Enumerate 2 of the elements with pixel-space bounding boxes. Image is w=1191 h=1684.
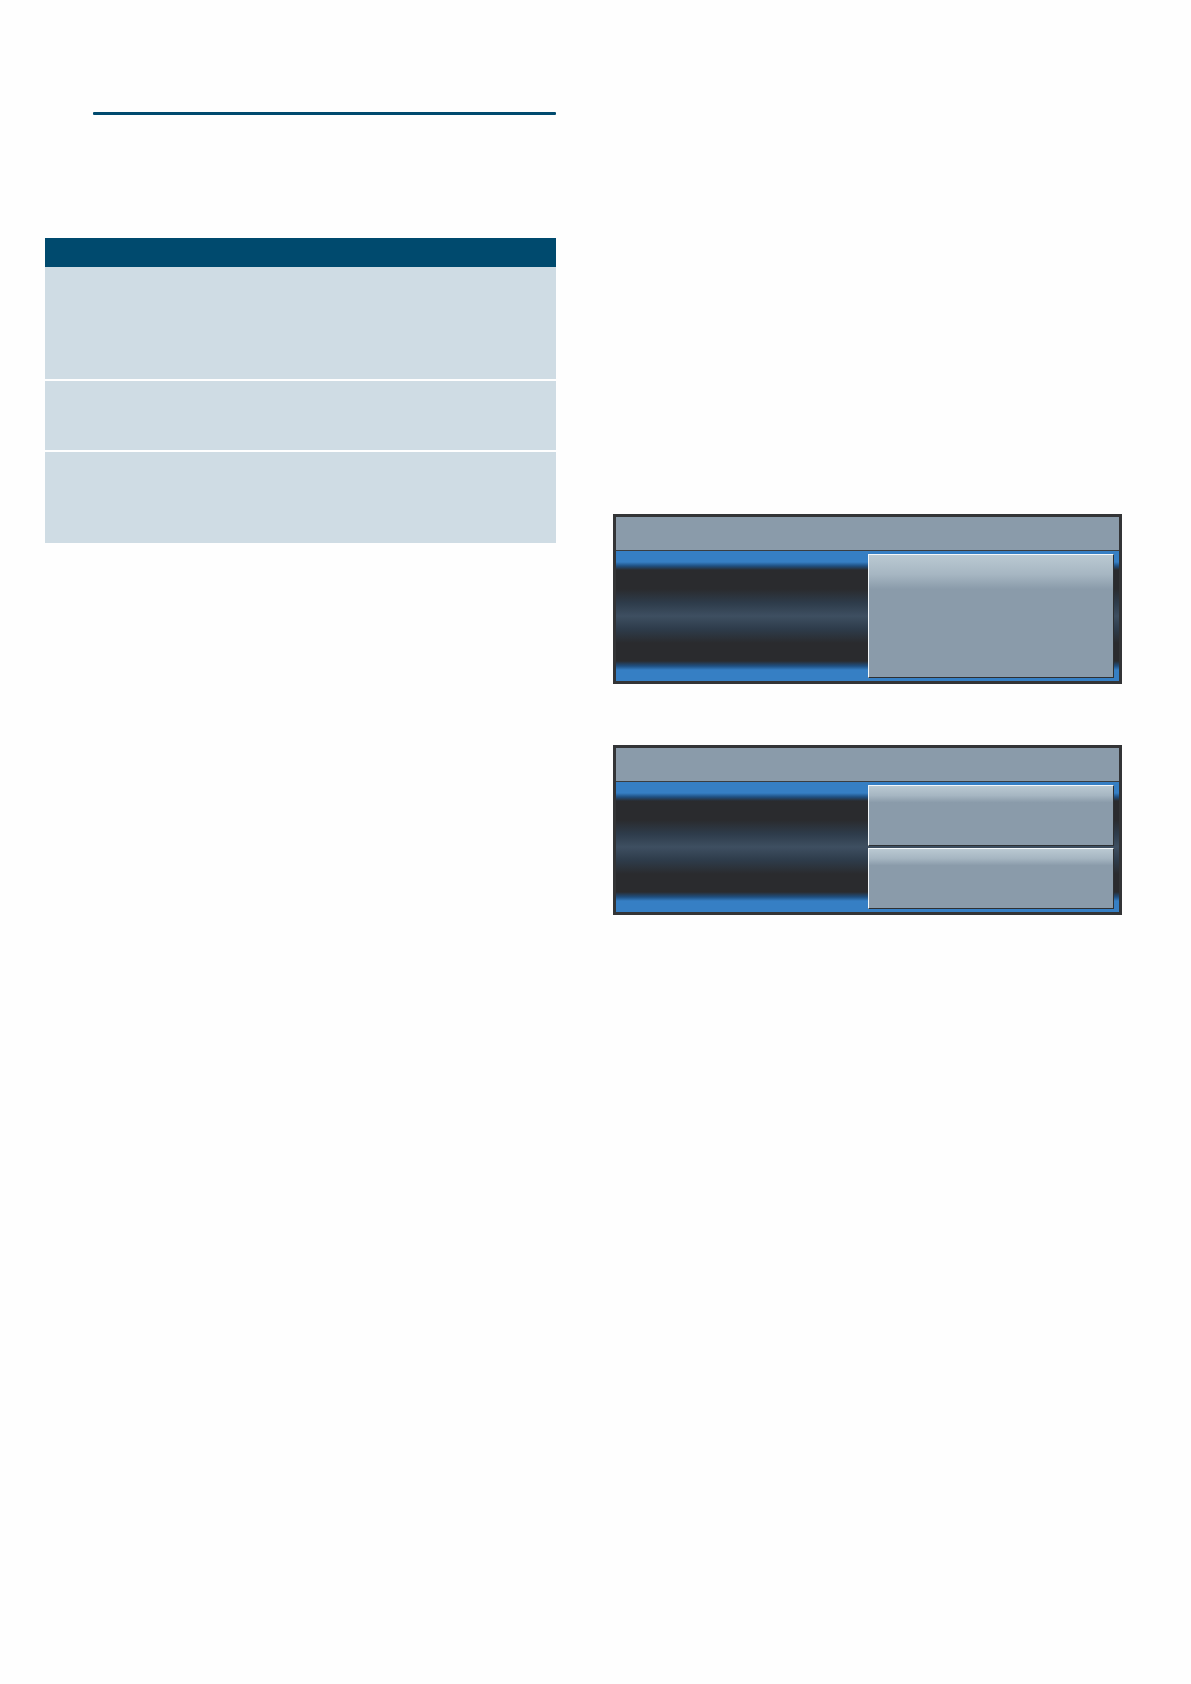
- option-button[interactable]: [868, 785, 1114, 846]
- option-button[interactable]: [868, 848, 1114, 909]
